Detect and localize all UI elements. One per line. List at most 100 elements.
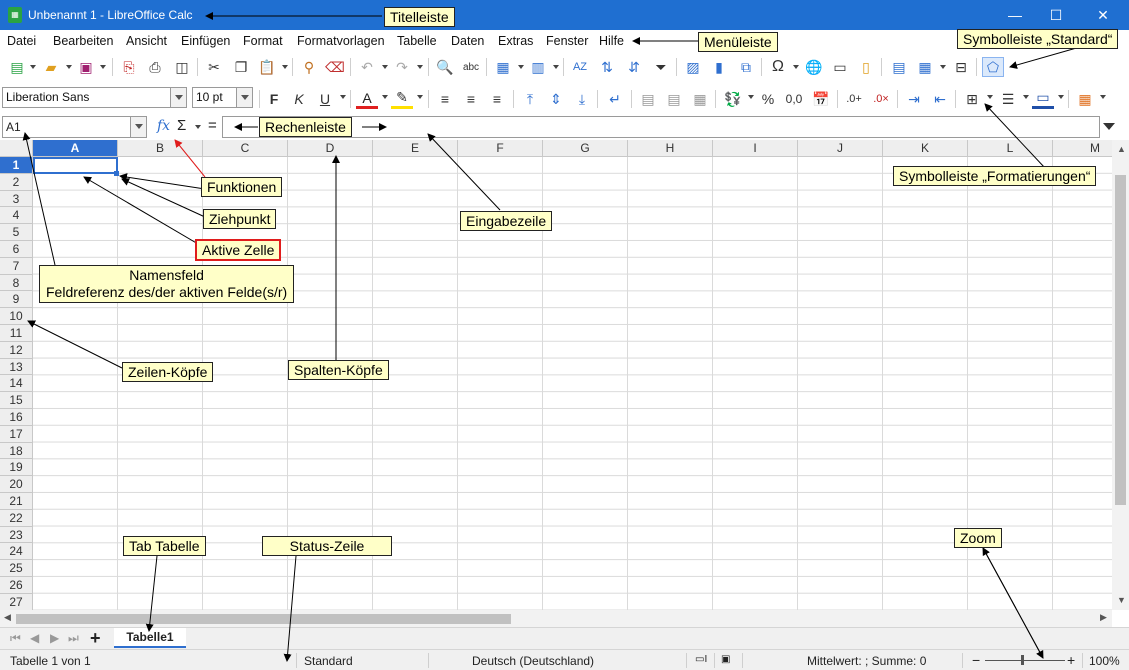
row-header-6[interactable]: 6 (0, 241, 33, 258)
find-replace-icon[interactable]: 🔍 (434, 57, 456, 77)
menu-einfuegen[interactable]: Einfügen (181, 34, 230, 48)
row-header-5[interactable]: 5 (0, 224, 33, 241)
unmerge-cells-icon[interactable]: ▦ (689, 89, 711, 109)
zoom-in-button[interactable]: + (1067, 652, 1075, 668)
row-header-2[interactable]: 2 (0, 173, 33, 191)
chart-icon[interactable]: ▮ (708, 57, 730, 77)
header-footer-icon[interactable]: ▯ (855, 57, 877, 77)
expand-formula-bar-icon[interactable] (1103, 123, 1115, 130)
column-header-f[interactable]: F (458, 140, 543, 157)
align-center-icon[interactable]: ≡ (460, 89, 482, 109)
menu-extras[interactable]: Extras (498, 34, 533, 48)
special-character-icon[interactable]: Ω (767, 57, 789, 77)
zoom-slider[interactable] (985, 660, 1065, 661)
currency-format-icon[interactable]: 💱 (722, 89, 744, 109)
column-header-k[interactable]: K (883, 140, 968, 157)
column-header-l[interactable]: L (968, 140, 1053, 157)
first-sheet-icon[interactable]: ⏮ (10, 631, 21, 646)
next-sheet-icon[interactable]: ▶ (50, 631, 59, 645)
zoom-value[interactable]: 100% (1089, 654, 1120, 668)
row-header-19[interactable]: 19 (0, 459, 33, 477)
column-header-e[interactable]: E (373, 140, 458, 157)
column-header-h[interactable]: H (628, 140, 713, 157)
row-header-11[interactable]: 11 (0, 325, 33, 342)
zoom-slider-thumb[interactable] (1021, 655, 1024, 665)
new-icon[interactable]: ▤ (6, 57, 28, 77)
number-format-button[interactable]: 0,0 (783, 89, 805, 109)
last-sheet-icon[interactable]: ⏭ (68, 631, 79, 646)
date-format-icon[interactable]: 📅 (810, 89, 832, 109)
comment-icon[interactable]: ▭ (829, 57, 851, 77)
split-window-icon[interactable]: ⊟ (950, 57, 972, 77)
font-size-combo[interactable]: 10 pt (192, 87, 253, 108)
cut-icon[interactable]: ✂ (203, 57, 225, 77)
export-pdf-icon[interactable]: ⎘ (118, 57, 140, 77)
scroll-up-icon[interactable]: ▲ (1117, 144, 1126, 154)
row-header-16[interactable]: 16 (0, 409, 33, 426)
horizontal-scroll-thumb[interactable] (16, 614, 511, 624)
row-header-23[interactable]: 23 (0, 526, 33, 544)
scroll-left-icon[interactable]: ◀ (4, 612, 11, 623)
column-header-c[interactable]: C (203, 140, 288, 157)
row-header-3[interactable]: 3 (0, 190, 33, 208)
vertical-scroll-thumb[interactable] (1115, 175, 1126, 505)
percent-format-button[interactable]: % (757, 89, 779, 109)
merge-cells-icon[interactable]: ▤ (663, 89, 685, 109)
vertical-scrollbar[interactable]: ▲ ▼ (1112, 140, 1129, 610)
row-header-14[interactable]: 14 (0, 375, 33, 393)
sort-icon[interactable]: AZ (569, 57, 591, 77)
column-header-a[interactable]: A (33, 140, 118, 157)
menu-formatvorlagen[interactable]: Formatvorlagen (297, 34, 385, 48)
chevron-down-icon[interactable] (236, 88, 252, 107)
column-icon[interactable]: ▥ (527, 57, 549, 77)
row-header-15[interactable]: 15 (0, 392, 33, 409)
autofilter-icon[interactable]: ⏷ (650, 57, 672, 77)
fill-handle[interactable] (114, 171, 119, 176)
column-header-b[interactable]: B (118, 140, 203, 157)
borders-icon[interactable]: ⊞ (961, 89, 983, 109)
border-color-icon[interactable]: ▭ (1032, 89, 1054, 109)
name-box[interactable]: A1 (2, 116, 147, 138)
maximize-button[interactable]: ☐ (1036, 4, 1076, 26)
selection-mode-icon[interactable]: ▭I (695, 654, 707, 665)
chevron-down-icon[interactable] (170, 88, 186, 107)
previous-sheet-icon[interactable]: ◀ (30, 631, 39, 645)
active-cell[interactable] (33, 157, 118, 174)
row-header-21[interactable]: 21 (0, 493, 33, 510)
row-header-10[interactable]: 10 (0, 308, 33, 325)
align-bottom-icon[interactable]: ⤓ (571, 89, 593, 109)
row-header-1[interactable]: 1 (0, 157, 33, 174)
menu-bearbeiten[interactable]: Bearbeiten (53, 34, 113, 48)
increase-indent-icon[interactable]: ⇥ (903, 89, 925, 109)
redo-icon[interactable]: ↷ (391, 57, 413, 77)
menu-tabelle[interactable]: Tabelle (397, 34, 437, 48)
scroll-down-icon[interactable]: ▼ (1117, 595, 1126, 605)
column-header-i[interactable]: I (713, 140, 798, 157)
column-header-m[interactable]: M (1053, 140, 1112, 157)
row-header-12[interactable]: 12 (0, 341, 33, 359)
spellcheck-icon[interactable]: abc (460, 57, 482, 77)
menu-format[interactable]: Format (243, 34, 283, 48)
open-icon[interactable]: ▰ (40, 57, 62, 77)
show-draw-functions-icon[interactable]: ⬠ (982, 57, 1004, 77)
row-header-26[interactable]: 26 (0, 577, 33, 594)
column-header-g[interactable]: G (543, 140, 628, 157)
formula-button[interactable]: = (208, 117, 217, 134)
row-header-13[interactable]: 13 (0, 358, 33, 376)
minimize-button[interactable]: — (995, 4, 1035, 26)
column-header-d[interactable]: D (288, 140, 373, 157)
row-header-27[interactable]: 27 (0, 593, 33, 610)
close-button[interactable]: ✕ (1083, 4, 1123, 26)
copy-icon[interactable]: ❐ (230, 57, 252, 77)
scroll-right-icon[interactable]: ▶ (1100, 612, 1107, 623)
chevron-down-icon[interactable] (130, 117, 146, 137)
sum-button[interactable]: Σ (177, 117, 186, 134)
sort-descending-icon[interactable]: ⇵ (623, 57, 645, 77)
undo-icon[interactable]: ↶ (356, 57, 378, 77)
save-icon[interactable]: ▣ (75, 57, 97, 77)
add-decimal-icon[interactable]: .0+ (843, 89, 865, 109)
font-color-button[interactable]: A (356, 89, 378, 109)
menu-ansicht[interactable]: Ansicht (126, 34, 167, 48)
wrap-text-icon[interactable]: ↵ (604, 89, 626, 109)
sheet-tab[interactable]: Tabelle1 (114, 628, 186, 648)
